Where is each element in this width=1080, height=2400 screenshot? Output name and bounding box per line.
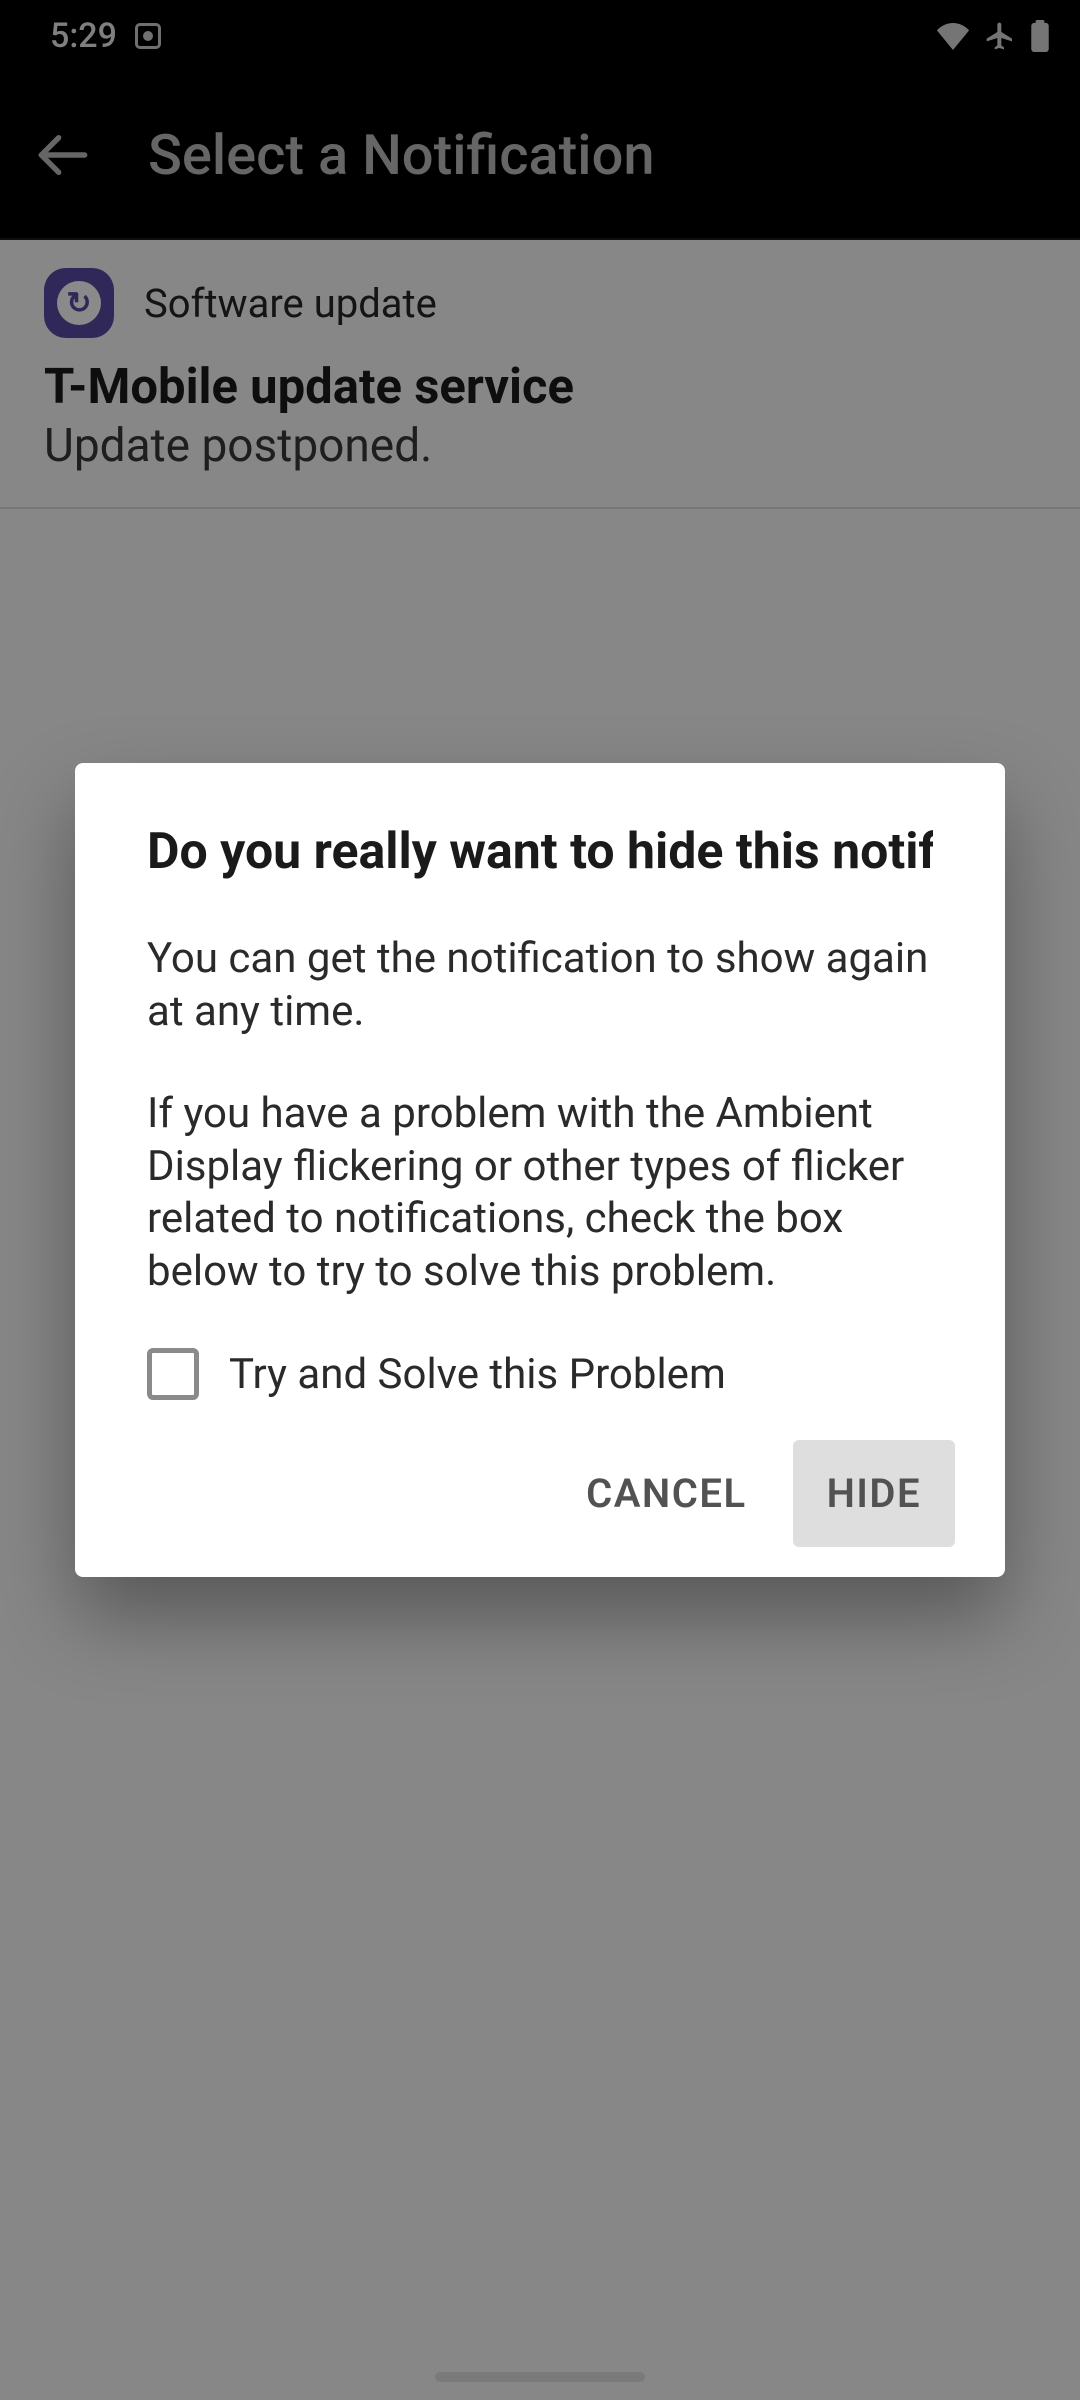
dialog-actions: CANCEL HIDE: [75, 1440, 1005, 1547]
hide-button[interactable]: HIDE: [793, 1440, 955, 1547]
nav-home-indicator[interactable]: [435, 2372, 645, 2382]
cancel-button[interactable]: CANCEL: [552, 1440, 780, 1547]
dialog-checkbox-row[interactable]: Try and Solve this Problem: [147, 1348, 933, 1400]
dialog-checkbox-label: Try and Solve this Problem: [229, 1350, 726, 1399]
dialog-title: Do you really want to hide this notifica…: [147, 823, 933, 881]
dialog-message-1: You can get the notification to show aga…: [147, 933, 933, 1038]
dialog-message-2: If you have a problem with the Ambient D…: [147, 1088, 933, 1298]
confirm-hide-dialog: Do you really want to hide this notifica…: [75, 763, 1005, 1577]
solve-problem-checkbox[interactable]: [147, 1348, 199, 1400]
